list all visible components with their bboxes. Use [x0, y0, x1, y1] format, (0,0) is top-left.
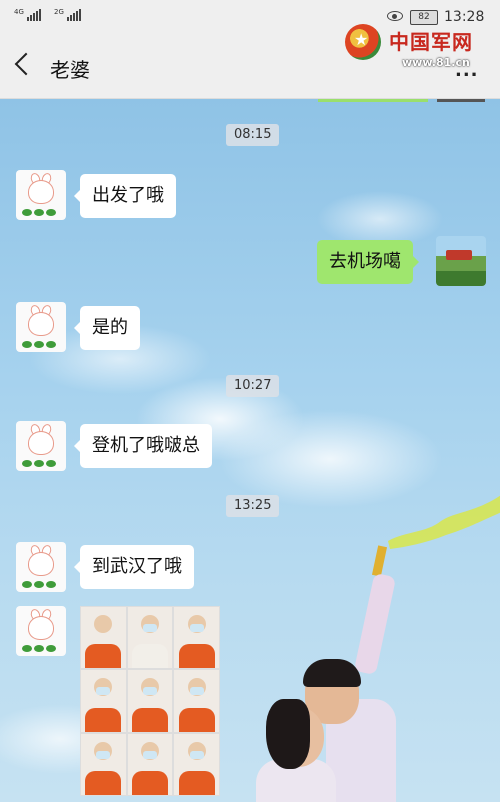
watermark-name: 中国军网 [389, 30, 473, 54]
photo-thumbnail [127, 733, 173, 795]
timestamp: 10:27 [226, 375, 280, 397]
message-bubble-incoming[interactable]: 到武汉了哦 [74, 545, 194, 589]
cellular-signal-icon-2: 2G [54, 9, 81, 21]
photo-thumbnail [174, 607, 219, 669]
photo-thumbnail [174, 670, 219, 732]
contact-avatar[interactable] [16, 542, 66, 592]
contact-avatar[interactable] [16, 606, 66, 656]
signal-type-label-2: 2G [54, 8, 64, 16]
chat-area[interactable]: 08:15 出发了哦 去机场噶 是的 10:27 登机了哦啵总 13:25 到武… [0, 99, 500, 802]
photo-thumbnail [127, 607, 173, 669]
timestamp: 08:15 [226, 124, 280, 146]
photo-thumbnail [81, 670, 126, 732]
message-bubble-incoming[interactable]: 登机了哦啵总 [74, 424, 212, 468]
photo-thumbnail [81, 733, 126, 795]
contact-avatar[interactable] [16, 421, 66, 471]
raised-arm-image [353, 572, 397, 676]
cellular-signal-icon: 4G [14, 9, 41, 21]
message-bubble-incoming[interactable]: 是的 [74, 306, 140, 350]
message-bubble-incoming[interactable]: 出发了哦 [74, 174, 176, 218]
chevron-left-icon[interactable] [14, 52, 38, 76]
previous-bubble-edge [318, 99, 428, 102]
smoke-plume-image [388, 495, 500, 549]
contact-avatar[interactable] [16, 170, 66, 220]
photo-thumbnail [127, 670, 173, 732]
flare-image [371, 545, 388, 577]
signal-type-label: 4G [14, 8, 24, 16]
man-hair-image [303, 659, 361, 687]
previous-avatar-edge [437, 99, 485, 102]
photo-thumbnail [174, 733, 219, 795]
message-bubble-outgoing[interactable]: 去机场噶 [317, 240, 419, 284]
watermark-url: www.81.cn [402, 56, 470, 69]
emblem-icon: ★ [345, 24, 381, 60]
timestamp: 13:25 [226, 495, 280, 517]
woman-hair-image [266, 699, 310, 769]
my-avatar[interactable] [436, 236, 486, 286]
watermark-logo: ★ 中国军网 www.81.cn [345, 20, 495, 74]
contact-avatar[interactable] [16, 302, 66, 352]
chat-title: 老婆 [50, 58, 90, 82]
photo-collage-message[interactable] [80, 606, 220, 796]
photo-thumbnail [81, 607, 126, 669]
